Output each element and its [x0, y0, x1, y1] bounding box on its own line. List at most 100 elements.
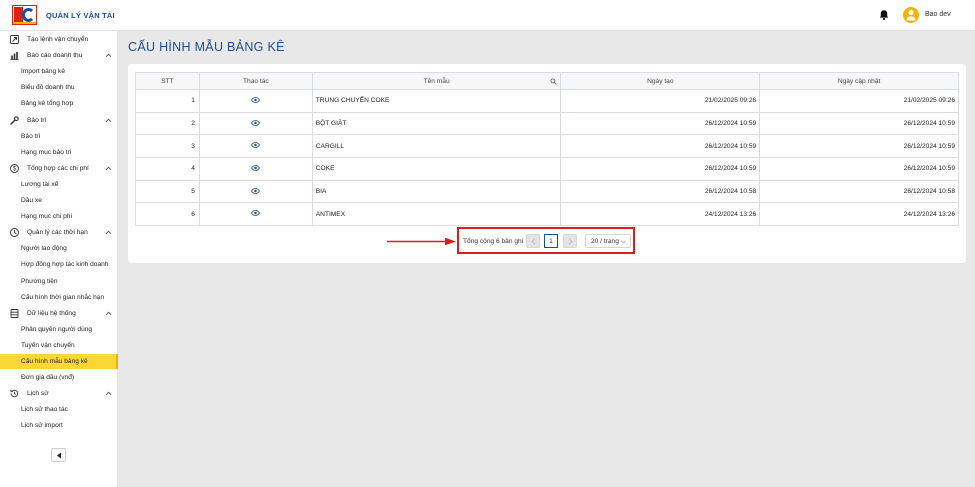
table-row: 5 BIA 26/12/2024 10:58 26/12/2024 10:58: [135, 179, 959, 204]
chevron-up-icon[interactable]: [105, 117, 112, 124]
pagination-total: Tổng cộng 6 bản ghi: [463, 238, 524, 245]
sidebar-label: Phân quyền người dùng: [21, 325, 93, 333]
table-row: 4 COKE 26/12/2024 10:59 26/12/2024 10:59: [135, 157, 959, 181]
column-header-name[interactable]: Tên mẫu: [311, 72, 562, 90]
sidebar-group-du-lieu-he-thong[interactable]: Dữ liệu hệ thống: [0, 306, 118, 321]
prev-page-button[interactable]: [526, 234, 540, 248]
sidebar-item-dau-xe[interactable]: Dầu xe: [0, 193, 118, 208]
cell-updated-date: 21/02/2025 09:26: [759, 89, 959, 113]
user-name[interactable]: Bao dev: [925, 11, 951, 18]
column-header-name-label: Tên mẫu: [423, 77, 450, 85]
cell-updated-date: 26/12/2024 10:58: [759, 179, 959, 204]
sidebar-item-tuyen-van-chuyen[interactable]: Tuyến vận chuyển: [0, 338, 118, 353]
sidebar-group-tao-lenh-van-chuyen[interactable]: Tạo lệnh vận chuyển: [0, 32, 118, 47]
eye-icon[interactable]: [251, 210, 261, 218]
sidebar-item-import-bang-ke[interactable]: Import bảng kê: [0, 64, 118, 79]
sidebar-label: Người lao động: [21, 245, 67, 253]
eye-icon[interactable]: [251, 142, 261, 150]
eye-icon[interactable]: [251, 165, 261, 173]
sidebar-item-lich-su-thao-tac[interactable]: Lịch sử thao tác: [0, 402, 118, 417]
page-title: CẤU HÌNH MẪU BẢNG KÊ: [128, 40, 285, 54]
sidebar-item-phan-quyen-nguoi-dung[interactable]: Phân quyền người dùng: [0, 322, 118, 337]
cell-stt: 4: [135, 157, 200, 181]
app-logo[interactable]: [12, 5, 37, 25]
sidebar-group-quan-ly-cac-thoi-han[interactable]: Quản lý các thời hạn: [0, 225, 118, 240]
sidebar-item-hang-muc-chi-phi[interactable]: Hạng mục chi phí: [0, 209, 118, 224]
dollar-icon: $: [10, 163, 19, 173]
bell-icon[interactable]: [878, 9, 890, 21]
sidebar: Tạo lệnh vận chuyển Báo cáo doanh thu Impo…: [0, 31, 118, 487]
template-table: STT Thao tác Tên mẫu Ngày tạo Ngày cập n…: [135, 72, 959, 227]
cell-created-date: 26/12/2024 10:58: [560, 179, 761, 204]
cell-template-name: ANTIMEX: [311, 202, 562, 227]
column-header-actions: Thao tác: [198, 72, 313, 90]
page-size-value: 20 / trang: [591, 238, 619, 245]
eye-icon[interactable]: [251, 187, 261, 196]
search-icon[interactable]: [550, 78, 558, 85]
sidebar-label: Dữ liệu hệ thống: [27, 309, 76, 317]
sidebar-label: Lịch sử import: [21, 422, 63, 430]
cell-created-date: 26/12/2024 10:59: [560, 111, 761, 136]
eye-icon[interactable]: [251, 119, 261, 128]
user-avatar[interactable]: [903, 7, 919, 23]
clock-icon: [10, 228, 19, 238]
sidebar-label: Cấu hình thời gian nhắc hạn: [21, 293, 105, 301]
column-header-created: Ngày tạo: [560, 72, 761, 90]
collapse-sidebar-button[interactable]: [51, 448, 66, 462]
pagination: Tổng cộng 6 bản ghi 1 20 / trang: [457, 227, 635, 254]
sidebar-label: Hạng mục chi phí: [21, 213, 73, 221]
sidebar-item-phuong-tien[interactable]: Phương tiện: [0, 274, 118, 289]
cell-updated-date: 26/12/2024 10:59: [759, 157, 959, 181]
chevron-up-icon[interactable]: [105, 229, 112, 236]
eye-icon[interactable]: [251, 96, 261, 105]
cell-template-name: BIA: [311, 179, 562, 204]
sidebar-item-lich-su-import[interactable]: Lịch sử import: [0, 418, 118, 433]
page-1-button[interactable]: 1: [544, 234, 558, 248]
table-row: 3 CARGILL 26/12/2024 10:59 26/12/2024 10:59: [135, 134, 959, 159]
sidebar-item-bieu-do-doanh-thu[interactable]: Biểu đồ doanh thu: [0, 80, 118, 95]
chevron-up-icon[interactable]: [105, 310, 112, 317]
cell-actions: [198, 157, 313, 181]
sidebar-label: Lịch sử thao tác: [21, 406, 68, 414]
sidebar-item-don-gia-dau-vnd[interactable]: Đơn giá dầu (vnđ): [0, 370, 118, 385]
chevron-down-icon: [621, 240, 626, 244]
sidebar-label: Tuyến vận chuyển: [21, 341, 75, 349]
next-page-button[interactable]: [563, 234, 577, 248]
sidebar-label: Bảo trì: [27, 116, 47, 124]
sidebar-item-hop-dong-hop-tac-kinh-doanh[interactable]: Hợp đồng hợp tác kinh doanh: [0, 257, 118, 272]
cell-stt: 2: [135, 111, 200, 136]
column-header-stt: STT: [135, 72, 200, 90]
chevron-up-icon[interactable]: [105, 390, 112, 397]
revenue-report-icon: [10, 51, 19, 61]
sidebar-item-cau-hinh-thoi-gian-nhac-han[interactable]: Cấu hình thời gian nhắc hạn: [0, 290, 118, 305]
cell-updated-date: 24/12/2024 13:26: [759, 202, 959, 227]
database-icon: [10, 308, 19, 318]
sidebar-item-nguoi-lao-dong[interactable]: Người lao động: [0, 241, 118, 256]
table-header-row: STT Thao tác Tên mẫu Ngày tạo Ngày cập n…: [135, 72, 959, 90]
sidebar-label: Bảo trì: [21, 132, 41, 140]
sidebar-label: Import bảng kê: [21, 68, 65, 76]
sidebar-item-bao-tri[interactable]: Bảo trì: [0, 129, 118, 144]
sidebar-group-bao-cao-doanh-thu[interactable]: Báo cáo doanh thu: [0, 48, 118, 63]
sidebar-group-tong-hop-cac-chi-phi[interactable]: $ Tổng hợp các chi phí: [0, 161, 118, 176]
sidebar-group-lich-su[interactable]: Lịch sử: [0, 386, 118, 401]
sidebar-item-hang-muc-bao-tri[interactable]: Hạng mục bảo trì: [0, 145, 118, 160]
sidebar-item-luong-tai-xe[interactable]: Lương tài xế: [0, 177, 118, 192]
sidebar-label: Bảng kê tổng hợp: [21, 100, 74, 108]
sidebar-item-bang-ke-tong-hop[interactable]: Bảng kê tổng hợp: [0, 96, 118, 111]
chevron-up-icon[interactable]: [105, 52, 112, 59]
cell-template-name: TRUNG CHUYỂN COKE: [311, 89, 562, 113]
page-size-select[interactable]: 20 / trang: [585, 234, 631, 248]
chevron-up-icon[interactable]: [105, 165, 112, 172]
cell-updated-date: 26/12/2024 10:59: [759, 134, 959, 159]
cell-actions: [198, 134, 313, 159]
cell-stt: 3: [135, 134, 200, 159]
sidebar-label: Biểu đồ doanh thu: [21, 84, 75, 92]
cell-stt: 6: [135, 202, 200, 227]
sidebar-label: Hạng mục bảo trì: [21, 148, 72, 156]
sidebar-item-cau-hinh-mau-bang-ke[interactable]: Cấu hình mẫu bảng kê: [0, 354, 118, 369]
create-order-icon: [10, 35, 19, 44]
sidebar-group-bao-tri[interactable]: Bảo trì: [0, 113, 118, 128]
top-header: QUẢN LÝ VẬN TẢI Bao dev: [0, 0, 975, 31]
column-header-updated: Ngày cập nhật: [759, 72, 959, 90]
